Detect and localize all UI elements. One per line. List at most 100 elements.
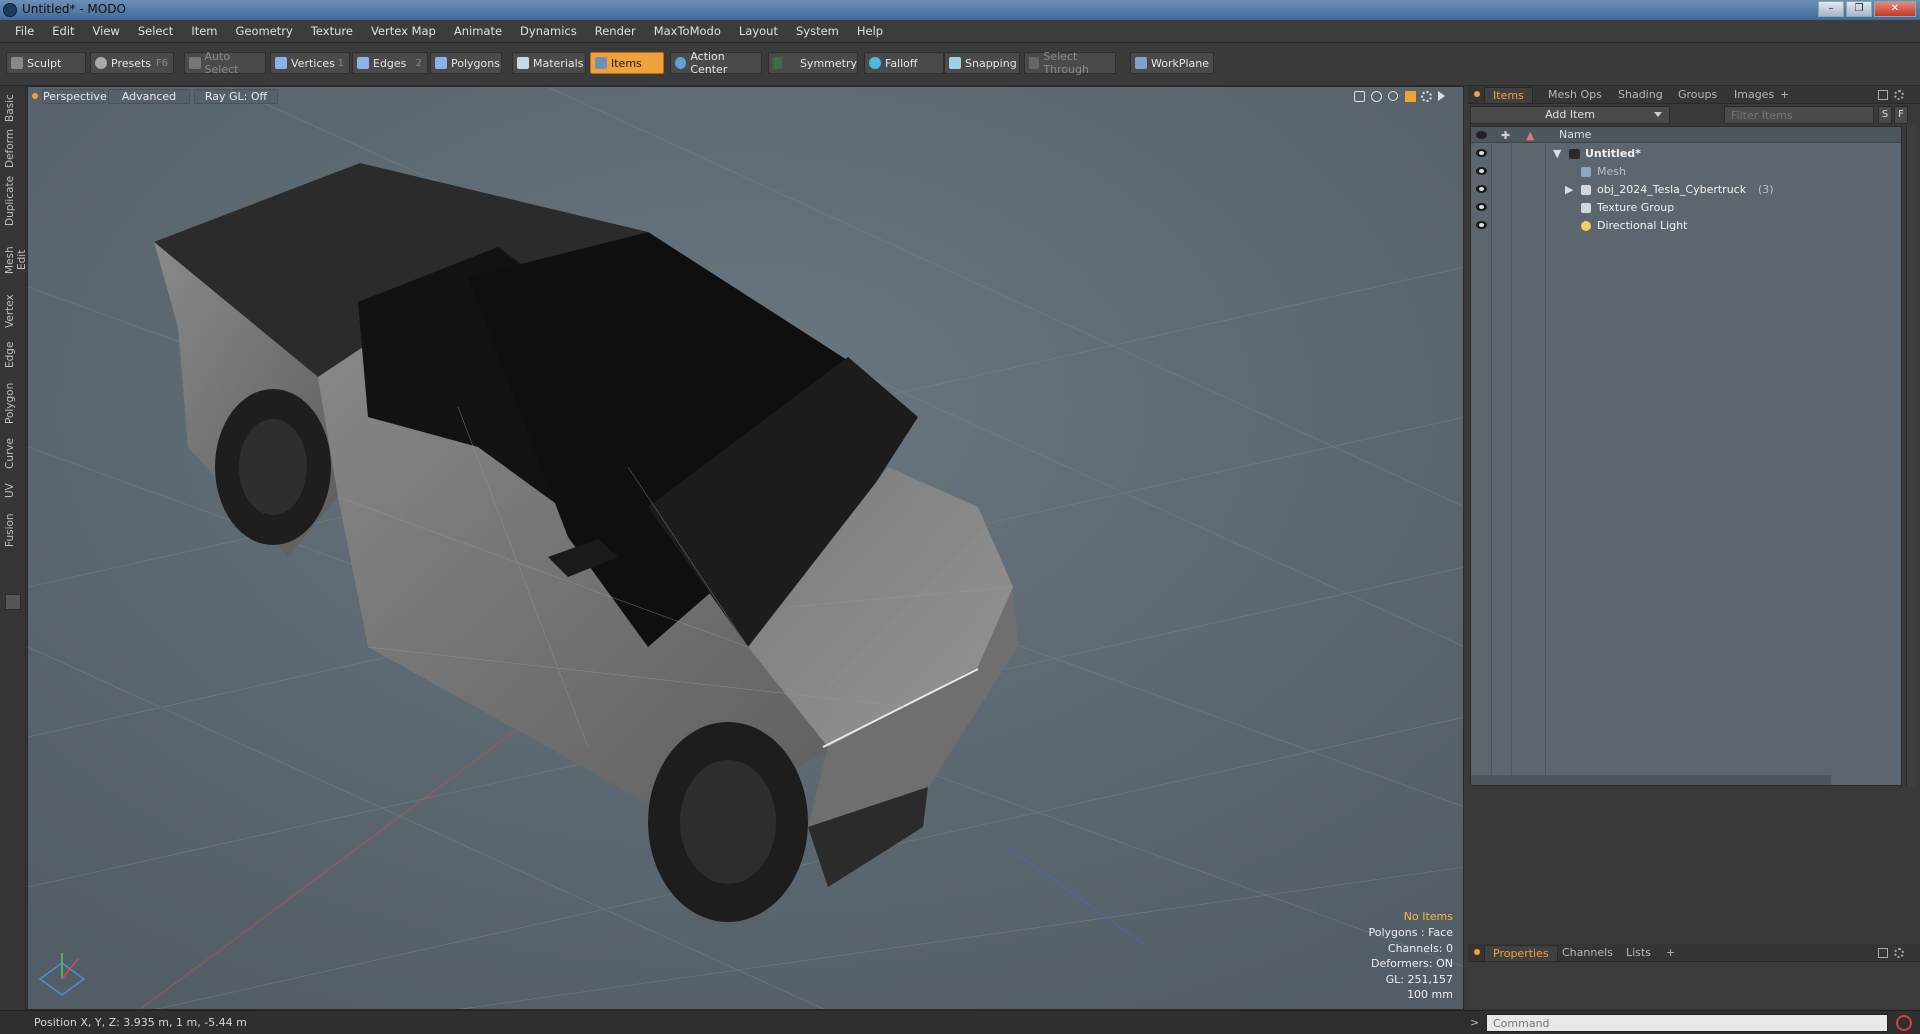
item-list-scrollbar[interactable] <box>1471 775 1831 785</box>
visibility-eye-icon[interactable] <box>1476 167 1487 175</box>
visibility-eye-icon[interactable] <box>1476 185 1487 193</box>
tab-shading[interactable]: Shading <box>1610 87 1671 103</box>
add-properties-tab-button[interactable]: + <box>1658 945 1683 961</box>
tab-channels[interactable]: Channels <box>1554 945 1621 961</box>
menu-help[interactable]: Help <box>848 24 892 38</box>
tool-tabs-toggle[interactable] <box>5 594 21 610</box>
visibility-eye-icon[interactable] <box>1476 221 1487 229</box>
add-tab-button[interactable]: + <box>1772 87 1797 103</box>
expand-arrow-icon[interactable]: ▶ <box>1565 181 1573 199</box>
add-item-button[interactable]: Add Item <box>1470 106 1670 124</box>
menu-maxtomodo[interactable]: MaxToModo <box>645 24 730 38</box>
zoom-icon[interactable] <box>1388 91 1398 101</box>
tree-row-directional-light[interactable]: Directional Light <box>1471 217 1901 235</box>
tab-fusion[interactable]: Fusion <box>4 510 22 550</box>
close-button[interactable]: ✕ <box>1874 1 1916 17</box>
panel-gear-icon[interactable] <box>1894 90 1904 100</box>
pan-icon[interactable] <box>1354 91 1365 102</box>
polygons-button[interactable]: Polygons <box>430 52 502 74</box>
polygons-icon <box>435 57 447 69</box>
tab-properties[interactable]: Properties <box>1484 945 1558 961</box>
add-item-dropdown-icon[interactable] <box>1654 112 1662 117</box>
command-history-icon[interactable] <box>1896 1015 1912 1031</box>
tree-row-scene[interactable]: ▼ Untitled* <box>1471 145 1901 163</box>
filter-f-button[interactable]: F <box>1894 106 1908 124</box>
workplane-button[interactable]: WorkPlane <box>1130 52 1214 74</box>
items-label: Items <box>611 56 642 70</box>
tree-row-mesh[interactable]: Mesh <box>1471 163 1901 181</box>
presets-button[interactable]: Presets F6 <box>90 52 174 74</box>
menu-layout[interactable]: Layout <box>730 24 787 38</box>
tab-items[interactable]: Items <box>1484 87 1533 103</box>
snapping-button[interactable]: Snapping <box>944 52 1020 74</box>
rotate-icon[interactable] <box>1371 91 1382 102</box>
polygons-label: Polygons <box>451 56 500 70</box>
tab-groups[interactable]: Groups <box>1670 87 1725 103</box>
item-list[interactable]: ✚ ▲ Name ▼ Untitled* Mesh ▶ obj_2024_Tes… <box>1470 126 1902 786</box>
materials-button[interactable]: Materials <box>512 52 586 74</box>
symmetry-button[interactable]: Symmetry <box>768 52 858 74</box>
maximize-button[interactable]: ❐ <box>1846 1 1872 17</box>
auto-select-icon <box>189 57 201 69</box>
shading-dropdown[interactable]: Advanced <box>108 89 190 104</box>
properties-gear-icon[interactable] <box>1894 948 1904 958</box>
filter-s-button[interactable]: S <box>1878 106 1892 124</box>
action-center-button[interactable]: Action Center <box>670 50 762 76</box>
properties-maximize-icon[interactable] <box>1878 948 1888 958</box>
menu-vertex-map[interactable]: Vertex Map <box>362 24 445 38</box>
tab-edge[interactable]: Edge <box>4 338 22 372</box>
tab-lists[interactable]: Lists <box>1618 945 1659 961</box>
menu-view[interactable]: View <box>84 24 129 38</box>
items-mode-button[interactable]: Items <box>590 52 664 74</box>
properties-menu-dot-icon[interactable] <box>1474 949 1480 955</box>
command-input[interactable] <box>1486 1014 1888 1032</box>
view-mode-dropdown[interactable]: Perspective <box>42 89 107 104</box>
tree-row-cybertruck[interactable]: ▶ obj_2024_Tesla_Cybertruck (3) <box>1471 181 1901 199</box>
workplane-label: WorkPlane <box>1151 56 1210 70</box>
menu-select[interactable]: Select <box>129 24 182 38</box>
vertices-button[interactable]: Vertices 1 <box>270 52 350 74</box>
tab-duplicate[interactable]: Duplicate <box>4 176 22 226</box>
filter-items-input[interactable] <box>1724 106 1874 124</box>
viewport-menu-dot-icon[interactable] <box>32 93 38 99</box>
menu-animate[interactable]: Animate <box>445 24 511 38</box>
3d-viewport[interactable]: Perspective Advanced Ray GL: Off No Item… <box>27 86 1464 1010</box>
menu-geometry[interactable]: Geometry <box>227 24 302 38</box>
menu-file[interactable]: File <box>6 24 43 38</box>
tab-deform[interactable]: Deform <box>4 128 22 168</box>
visibility-eye-icon[interactable] <box>1476 149 1487 157</box>
menu-item[interactable]: Item <box>182 24 226 38</box>
tree-count: (3) <box>1758 183 1774 196</box>
menu-texture[interactable]: Texture <box>302 24 362 38</box>
select-through-button[interactable]: Select Through <box>1024 50 1116 76</box>
tab-mesh-ops[interactable]: Mesh Ops <box>1540 87 1610 103</box>
column-divider <box>1545 143 1546 785</box>
panel-maximize-icon[interactable] <box>1878 90 1888 100</box>
tab-polygon[interactable]: Polygon <box>4 380 22 426</box>
raygl-toggle[interactable]: Ray GL: Off <box>194 89 278 104</box>
panel-menu-dot-icon[interactable] <box>1474 91 1480 97</box>
menu-render[interactable]: Render <box>586 24 645 38</box>
menu-dynamics[interactable]: Dynamics <box>511 24 586 38</box>
tab-curve[interactable]: Curve <box>4 436 22 472</box>
visibility-eye-icon[interactable] <box>1476 203 1487 211</box>
viewport-scene[interactable] <box>28 87 1464 1010</box>
menu-edit[interactable]: Edit <box>43 24 83 38</box>
menu-system[interactable]: System <box>787 24 848 38</box>
edges-button[interactable]: Edges 2 <box>352 52 428 74</box>
vertical-scrollbar[interactable] <box>1906 126 1916 786</box>
gear-icon[interactable] <box>1421 91 1432 102</box>
tab-mesh-edit[interactable]: Mesh Edit <box>4 236 28 284</box>
tab-uv[interactable]: UV <box>4 480 22 502</box>
tree-row-texture-group[interactable]: Texture Group <box>1471 199 1901 217</box>
tab-vertex[interactable]: Vertex <box>4 292 22 330</box>
auto-select-button[interactable]: Auto Select <box>184 50 266 76</box>
sculpt-button[interactable]: Sculpt <box>6 52 86 74</box>
viewport-expand-arrow-icon[interactable] <box>1438 91 1445 101</box>
fit-view-icon[interactable] <box>1405 91 1416 102</box>
tab-basic[interactable]: Basic <box>4 92 22 124</box>
falloff-button[interactable]: Falloff <box>864 52 944 74</box>
minimize-button[interactable]: – <box>1818 1 1844 17</box>
main-toolbar: Sculpt Presets F6 Auto Select Vertices 1… <box>0 44 1920 86</box>
collapse-arrow-icon[interactable]: ▼ <box>1553 145 1561 163</box>
